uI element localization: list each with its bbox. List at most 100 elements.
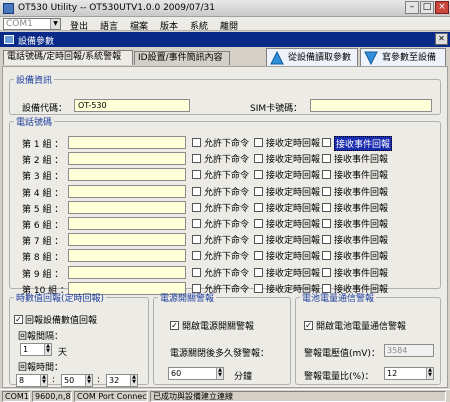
- phone-option-checkbox[interactable]: [192, 219, 201, 228]
- interval-unit: 天: [58, 348, 68, 358]
- spinner-arrows-icon[interactable]: ▲ ▼: [44, 344, 51, 355]
- phone-number-input[interactable]: [68, 184, 186, 198]
- phone-option-checkbox[interactable]: [254, 267, 263, 277]
- phone-option-checkbox[interactable]: [254, 170, 263, 180]
- phone-option-checkbox[interactable]: [322, 170, 331, 180]
- percent-label: 警報電量比(%)：: [304, 372, 374, 382]
- interval-value: 1: [23, 345, 29, 354]
- minimize-button[interactable]: –: [405, 1, 419, 14]
- device-code-input[interactable]: OT-530: [74, 99, 190, 112]
- phone-row-label: 第 4 組 ：: [22, 188, 64, 199]
- phone-option-checkbox[interactable]: [322, 235, 331, 245]
- phone-number-input[interactable]: [68, 136, 186, 149]
- timed-report-checkbox[interactable]: ✓: [14, 315, 23, 324]
- percent-spinner[interactable]: 12 ▲ ▼: [384, 367, 434, 380]
- phone-number-input[interactable]: [68, 233, 186, 247]
- voltage-field[interactable]: 3584: [384, 344, 434, 357]
- menu-logout[interactable]: 登出: [70, 19, 88, 32]
- phone-option-checkbox[interactable]: [192, 186, 201, 196]
- dialog-titlebar: 設備參數 ✕: [0, 32, 450, 47]
- phone-option-checkbox[interactable]: [322, 186, 331, 196]
- tab-id-sms[interactable]: ID設置/事件簡訊內容: [134, 51, 230, 65]
- phone-option-checkbox[interactable]: [192, 251, 201, 261]
- phone-row-label: 第 9 組 ：: [22, 269, 64, 280]
- close-button[interactable]: ×: [435, 1, 449, 14]
- com-port-select[interactable]: COM1 ▼: [3, 18, 61, 30]
- phone-option-checkbox[interactable]: [322, 267, 331, 277]
- tab-phone-report[interactable]: 電話號碼/定時回報/系統警報: [3, 50, 133, 65]
- menu-language[interactable]: 語言: [100, 19, 118, 32]
- phone-row-label: 第 5 組 ：: [22, 204, 64, 215]
- spinner-arrows-icon[interactable]: ▲ ▼: [426, 368, 433, 379]
- menubar: COM1 ▼ 登出 語言 檔案 版本 系統 離開: [0, 17, 450, 32]
- power-alarm-checkbox[interactable]: ✓: [170, 321, 179, 330]
- phone-option-label: 接收定時回報: [266, 252, 321, 263]
- phone-row-label: 第 6 組 ：: [22, 221, 64, 231]
- spinner-arrows-icon[interactable]: ▲ ▼: [130, 375, 137, 386]
- battery-alarm-legend: 電池電量通信警報: [302, 294, 375, 304]
- up-arrow-icon: [270, 51, 284, 65]
- phone-option-label: 允許下命令: [204, 171, 250, 182]
- menu-file[interactable]: 檔案: [130, 19, 148, 32]
- phone-option-label: 允許下命令: [204, 203, 250, 214]
- chevron-down-icon[interactable]: ▼: [50, 19, 60, 29]
- sim-label: SIM卡號碼：: [250, 104, 303, 114]
- phone-row-label: 第 8 組 ：: [22, 253, 64, 264]
- phone-row: 第 4 組 ： 允許下命令 接收定時回報 接收事件回報: [10, 184, 440, 199]
- settings-panel: 設備資訊 設備代碼： OT-530 SIM卡號碼： 電話號碼 第 1 組 ： 允許…: [2, 66, 448, 388]
- menu-exit[interactable]: 離開: [220, 19, 238, 32]
- phone-option-label: 接收定時回報: [266, 268, 321, 279]
- window-title: OT530 Utility -- OT530UTV1.0.0 2009/07/3…: [18, 3, 215, 13]
- phone-number-input[interactable]: [68, 265, 186, 279]
- phone-number-input[interactable]: [68, 168, 186, 182]
- phone-option-checkbox[interactable]: [192, 154, 201, 164]
- phone-option-checkbox[interactable]: [322, 219, 331, 228]
- phone-option-label: 接收定時回報: [266, 203, 321, 214]
- menu-system[interactable]: 系統: [190, 19, 208, 32]
- phone-option-label: 允許下命令: [204, 187, 250, 198]
- phone-option-checkbox[interactable]: [254, 219, 263, 228]
- interval-spinner[interactable]: 1 ▲ ▼: [20, 343, 52, 356]
- timed-report-group: 時數值回報(定時回報) ✓ 回報設備數值回報 回報間隔： 1 ▲ ▼ 天 回報時間…: [9, 291, 149, 387]
- battery-alarm-checkbox[interactable]: ✓: [304, 321, 313, 330]
- phone-option-checkbox[interactable]: [254, 251, 263, 261]
- maximize-button[interactable]: □: [420, 1, 434, 14]
- minute-spinner[interactable]: 50 ▲ ▼: [61, 374, 93, 387]
- phone-option-checkbox[interactable]: [192, 202, 201, 212]
- spinner-arrows-icon[interactable]: ▲ ▼: [85, 375, 92, 386]
- second-spinner[interactable]: 32 ▲ ▼: [106, 374, 138, 387]
- phone-option-checkbox[interactable]: [192, 235, 201, 245]
- menu-version[interactable]: 版本: [160, 19, 178, 32]
- phone-number-input[interactable]: [68, 152, 186, 166]
- phone-option-checkbox[interactable]: [254, 138, 263, 147]
- device-code-label: 設備代碼：: [22, 104, 68, 114]
- phone-option-checkbox[interactable]: [254, 235, 263, 245]
- phone-option-label: 接收事件回報: [334, 187, 389, 198]
- phone-option-checkbox[interactable]: [254, 154, 263, 164]
- phone-row-label: 第 7 組 ：: [22, 237, 64, 248]
- phone-number-input[interactable]: [68, 217, 186, 230]
- hour-spinner[interactable]: 8 ▲ ▼: [16, 374, 48, 387]
- app-icon: [3, 3, 14, 14]
- phone-option-checkbox[interactable]: [192, 138, 201, 147]
- phone-option-checkbox[interactable]: [322, 251, 331, 261]
- phone-row: 第 8 組 ： 允許下命令 接收定時回報 接收事件回報: [10, 249, 440, 263]
- phone-option-checkbox[interactable]: [322, 154, 331, 164]
- phone-number-input[interactable]: [68, 249, 186, 263]
- status-baud: 9600,n,8,1: [32, 391, 72, 402]
- phone-option-checkbox[interactable]: [322, 138, 331, 147]
- phone-option-checkbox[interactable]: [254, 202, 263, 212]
- phone-number-input[interactable]: [68, 200, 186, 214]
- spinner-arrows-icon[interactable]: ▲ ▼: [216, 368, 223, 379]
- phone-option-checkbox[interactable]: [322, 202, 331, 212]
- read-params-button[interactable]: 從設備讀取參數: [266, 48, 358, 68]
- sim-input[interactable]: [310, 99, 432, 112]
- dialog-close-button[interactable]: ✕: [435, 33, 448, 45]
- phone-option-checkbox[interactable]: [192, 267, 201, 277]
- write-params-button[interactable]: 寫參數至設備: [360, 48, 446, 68]
- phone-option-checkbox[interactable]: [192, 170, 201, 180]
- phone-option-checkbox[interactable]: [254, 186, 263, 196]
- spinner-arrows-icon[interactable]: ▲ ▼: [40, 375, 47, 386]
- power-delay-spinner[interactable]: 60 ▲ ▼: [168, 367, 224, 380]
- device-info-legend: 設備資訊: [16, 76, 53, 86]
